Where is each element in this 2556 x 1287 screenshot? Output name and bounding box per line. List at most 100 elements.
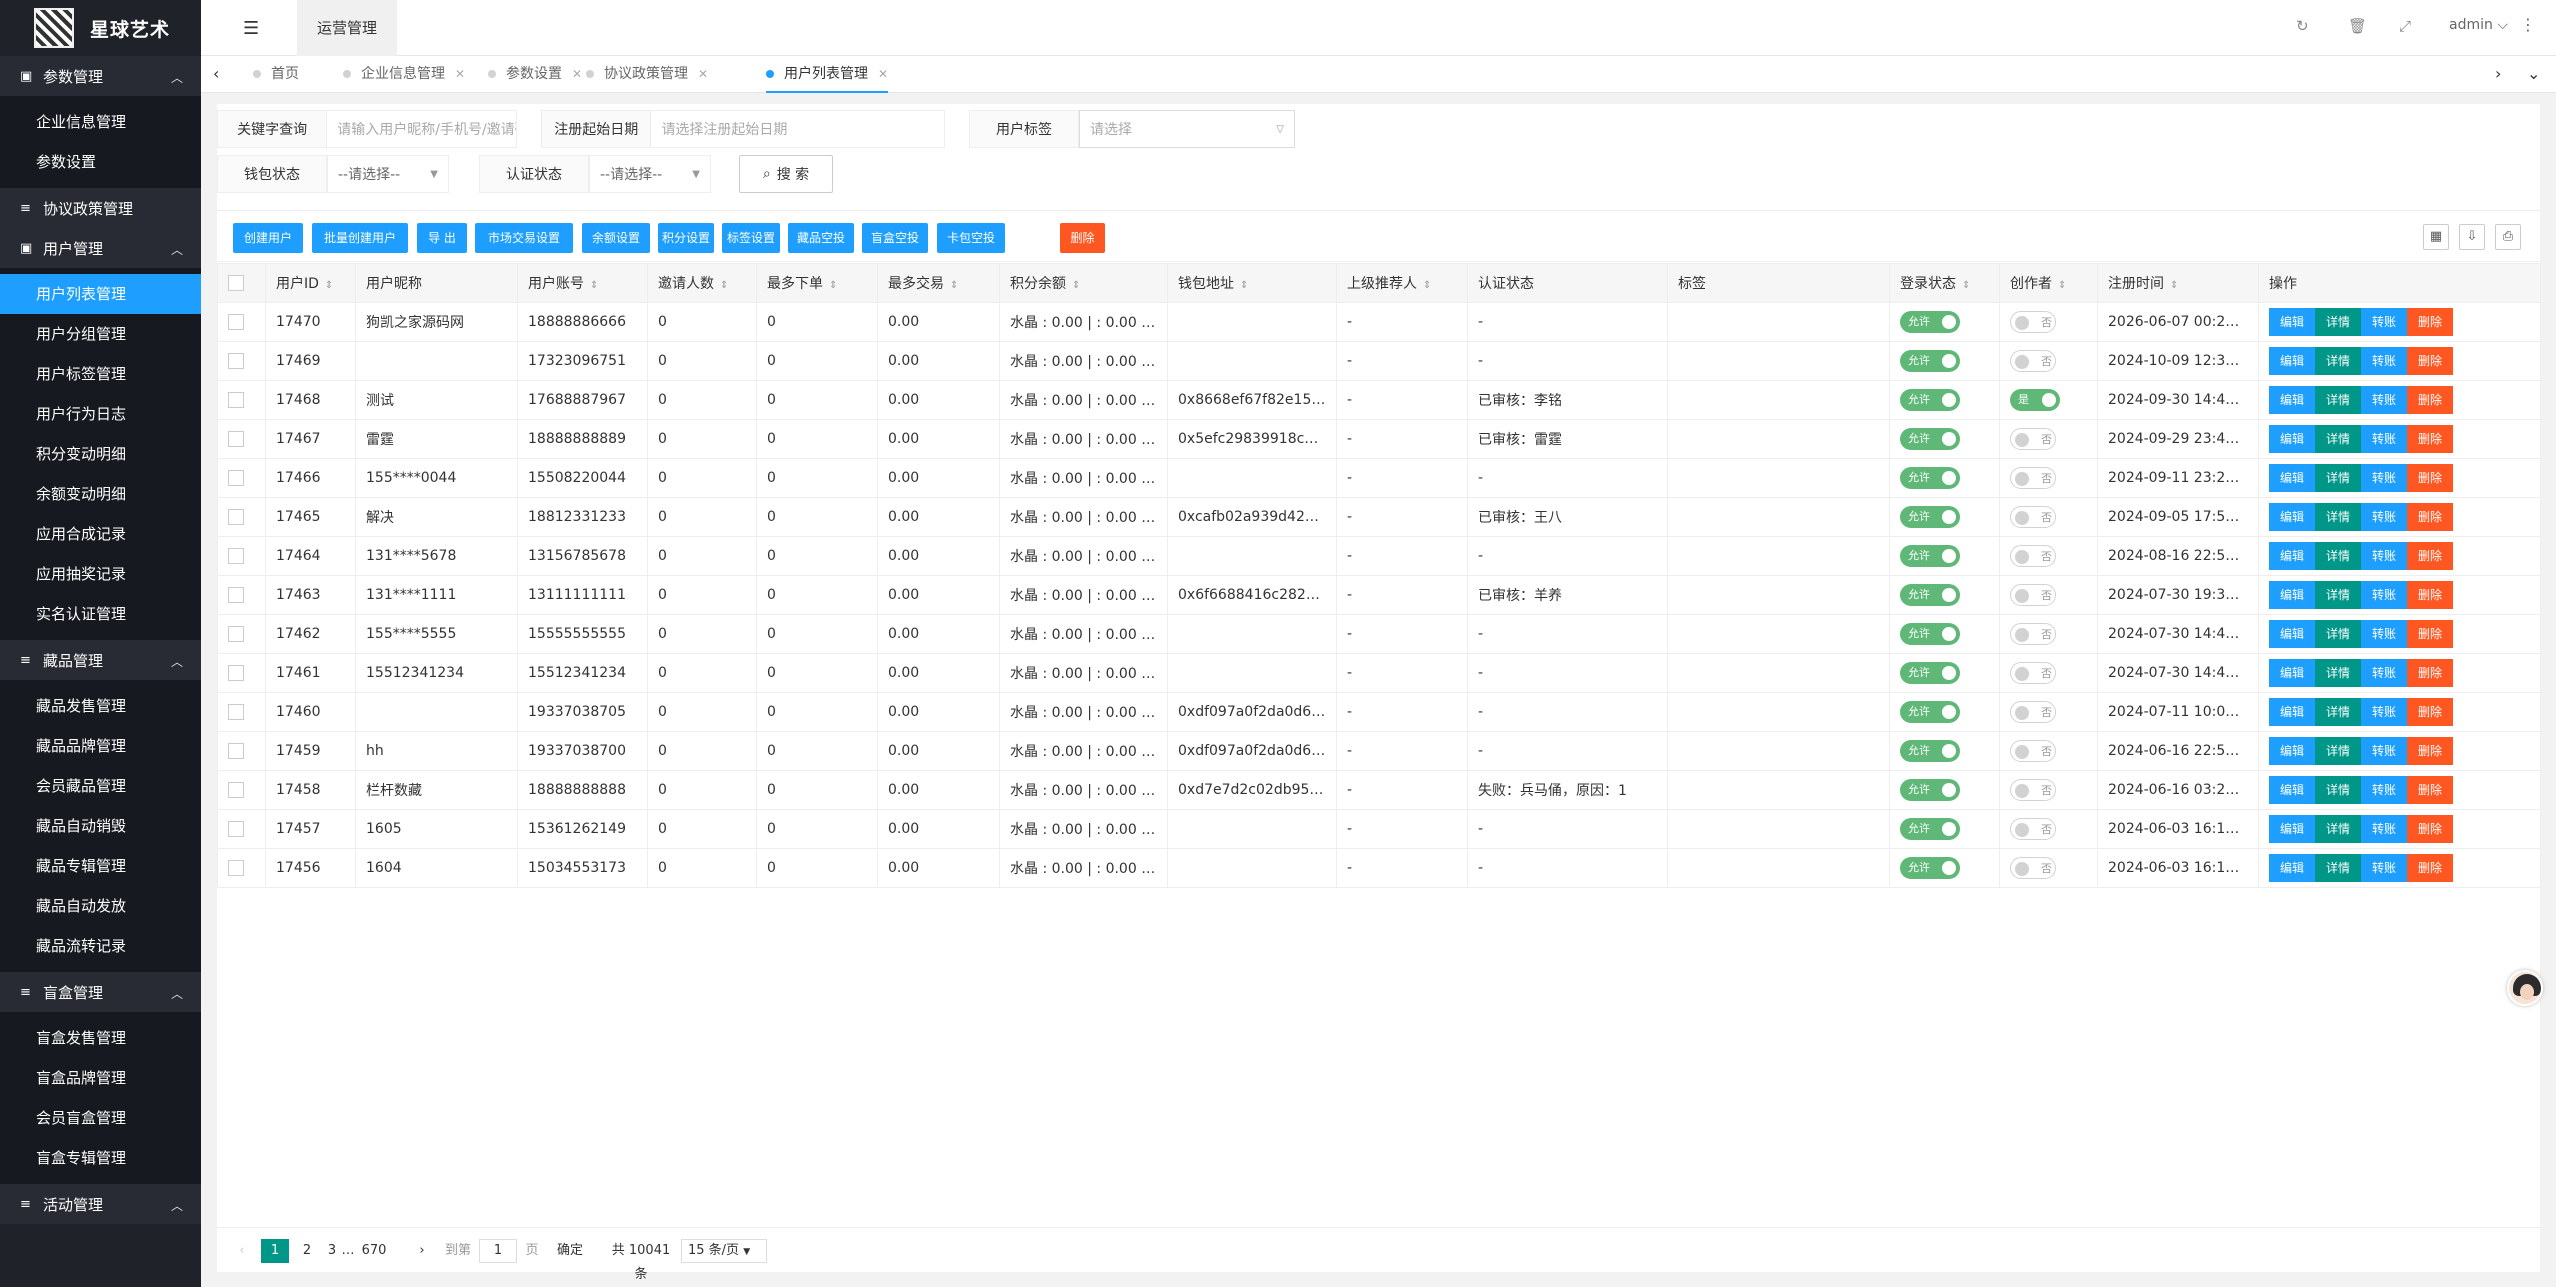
sort-icon[interactable]: ⇕ [325,280,333,291]
sidebar-group-5[interactable]: ≡ 活动管理 ︿ [0,1184,201,1224]
columns-filter-icon[interactable]: ▦ [2423,224,2449,250]
delete-button[interactable]: 删除 [2407,503,2453,531]
sort-icon[interactable]: ⇕ [1072,280,1080,291]
top-nav-operations[interactable]: 运营管理 [297,0,397,56]
column-header-3[interactable]: 邀请人数 ⇕ [647,263,757,303]
row-checkbox[interactable] [228,353,244,369]
creator-switch[interactable]: 否 [2010,857,2056,879]
more-vertical-icon[interactable]: ⋮ [2520,15,2536,34]
delete-button[interactable]: 删除 [2407,581,2453,609]
sort-icon[interactable]: ⇕ [2170,280,2178,291]
menu-toggle-icon[interactable]: ☰ [243,18,259,39]
auth-select[interactable]: --请选择-- ▼ [589,155,711,193]
login-status-switch[interactable]: 允许 [1900,506,1960,528]
row-checkbox[interactable] [228,509,244,525]
creator-switch[interactable]: 否 [2010,740,2056,762]
transfer-button[interactable]: 转账 [2361,542,2407,570]
column-header-12[interactable]: 创作者 ⇕ [1999,263,2098,303]
goto-confirm-button[interactable]: 确定 [553,1239,587,1263]
column-header-4[interactable]: 最多下单 ⇕ [756,263,878,303]
transfer-button[interactable]: 转账 [2361,425,2407,453]
page-3[interactable]: 3 [325,1239,339,1263]
column-header-13[interactable]: 注册时间 ⇕ [2097,263,2259,303]
login-status-switch[interactable]: 允许 [1900,389,1960,411]
page-2[interactable]: 2 [297,1239,317,1263]
detail-button[interactable]: 详情 [2315,308,2361,336]
detail-button[interactable]: 详情 [2315,425,2361,453]
edit-button[interactable]: 编辑 [2269,386,2315,414]
tabs-menu-chevron-icon[interactable]: ⌄ [2527,64,2540,83]
date-input[interactable]: 请选择注册起始日期 [651,111,944,147]
select-all-checkbox[interactable] [228,275,244,291]
detail-button[interactable]: 详情 [2315,815,2361,843]
sidebar-item-2-3[interactable]: 用户行为日志 [0,394,201,434]
delete-button[interactable]: 删除 [2407,347,2453,375]
sidebar-item-2-5[interactable]: 余额变动明细 [0,474,201,514]
row-checkbox[interactable] [228,587,244,603]
login-status-switch[interactable]: 允许 [1900,701,1960,723]
creator-switch[interactable]: 否 [2010,350,2056,372]
creator-switch[interactable]: 否 [2010,662,2056,684]
creator-switch[interactable]: 是 [2010,389,2060,411]
delete-button[interactable]: 删除 [2407,659,2453,687]
sidebar-item-3-1[interactable]: 藏品品牌管理 [0,726,201,766]
toolbar-button-10[interactable]: 删除 [1060,223,1105,253]
edit-button[interactable]: 编辑 [2269,815,2315,843]
login-status-switch[interactable]: 允许 [1900,662,1960,684]
row-checkbox[interactable] [228,431,244,447]
delete-button[interactable]: 删除 [2407,776,2453,804]
delete-button[interactable]: 删除 [2407,737,2453,765]
trash-icon[interactable]: 🗑 [2348,17,2367,35]
column-header-11[interactable]: 登录状态 ⇕ [1889,263,2000,303]
detail-button[interactable]: 详情 [2315,659,2361,687]
sort-icon[interactable]: ⇕ [829,280,837,291]
login-status-switch[interactable]: 允许 [1900,584,1960,606]
edit-button[interactable]: 编辑 [2269,659,2315,687]
sidebar-group-2[interactable]: ▣ 用户管理 ︿ [0,228,201,268]
user-menu[interactable]: admin ⌵ [2449,17,2508,33]
row-checkbox[interactable] [228,548,244,564]
delete-button[interactable]: 删除 [2407,308,2453,336]
detail-button[interactable]: 详情 [2315,347,2361,375]
close-icon[interactable]: ✕ [878,67,888,81]
edit-button[interactable]: 编辑 [2269,542,2315,570]
creator-switch[interactable]: 否 [2010,779,2056,801]
detail-button[interactable]: 详情 [2315,542,2361,570]
toolbar-button-8[interactable]: 盲盒空投 [862,223,928,253]
edit-button[interactable]: 编辑 [2269,698,2315,726]
refresh-icon[interactable]: ↻ [2296,17,2309,35]
sort-icon[interactable]: ⇕ [1423,280,1431,291]
transfer-button[interactable]: 转账 [2361,503,2407,531]
login-status-switch[interactable]: 允许 [1900,350,1960,372]
sidebar-item-2-1[interactable]: 用户分组管理 [0,314,201,354]
detail-button[interactable]: 详情 [2315,854,2361,882]
row-checkbox[interactable] [228,314,244,330]
tabs-scroll-left-icon[interactable]: ‹ [213,64,219,83]
sidebar-item-4-0[interactable]: 盲盒发售管理 [0,1018,201,1058]
transfer-button[interactable]: 转账 [2361,776,2407,804]
delete-button[interactable]: 删除 [2407,815,2453,843]
sort-icon[interactable]: ⇕ [590,280,598,291]
close-icon[interactable]: ✕ [698,67,708,81]
sidebar-item-2-2[interactable]: 用户标签管理 [0,354,201,394]
edit-button[interactable]: 编辑 [2269,425,2315,453]
sidebar-group-4[interactable]: ≡ 盲盒管理 ︿ [0,972,201,1012]
creator-switch[interactable]: 否 [2010,428,2056,450]
transfer-button[interactable]: 转账 [2361,581,2407,609]
transfer-button[interactable]: 转账 [2361,464,2407,492]
toolbar-button-7[interactable]: 藏品空投 [788,223,854,253]
creator-switch[interactable]: 否 [2010,467,2056,489]
tab-1[interactable]: 企业信息管理 ✕ [343,56,465,93]
login-status-switch[interactable]: 允许 [1900,857,1960,879]
toolbar-button-1[interactable]: 批量创建用户 [312,223,408,253]
detail-button[interactable]: 详情 [2315,620,2361,648]
row-checkbox[interactable] [228,470,244,486]
sidebar-item-3-4[interactable]: 藏品专辑管理 [0,846,201,886]
edit-button[interactable]: 编辑 [2269,854,2315,882]
sidebar-item-2-6[interactable]: 应用合成记录 [0,514,201,554]
creator-switch[interactable]: 否 [2010,623,2056,645]
toolbar-button-4[interactable]: 余额设置 [582,223,650,253]
creator-switch[interactable]: 否 [2010,311,2056,333]
row-checkbox[interactable] [228,821,244,837]
column-header-8[interactable]: 上级推荐人 ⇕ [1336,263,1468,303]
